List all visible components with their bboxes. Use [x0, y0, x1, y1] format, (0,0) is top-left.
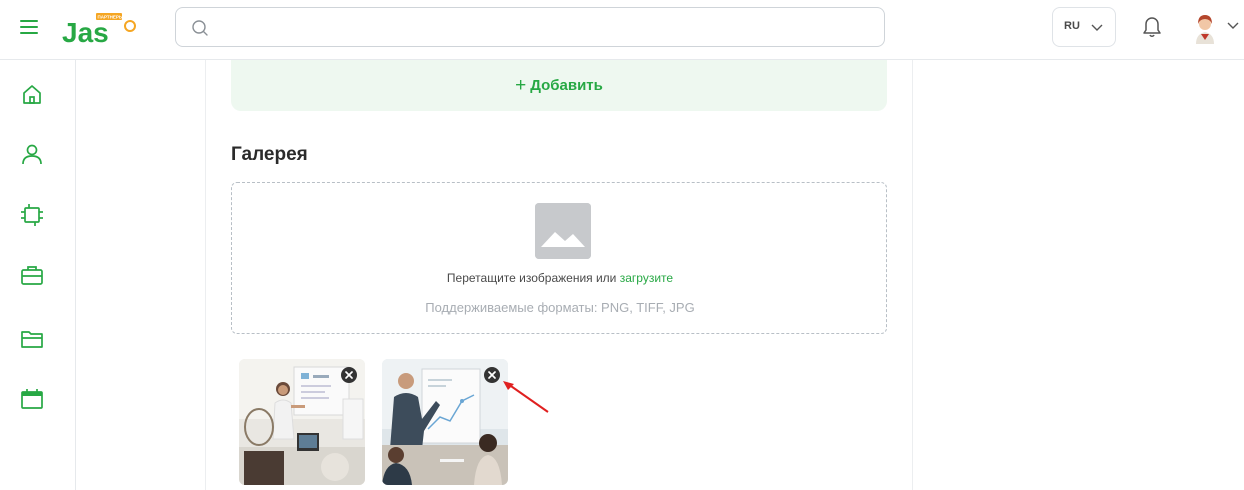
svg-text:ПАРТНЕРЫ: ПАРТНЕРЫ	[98, 15, 124, 20]
language-selector[interactable]: RU	[1052, 7, 1116, 47]
hamburger-menu-icon[interactable]	[20, 18, 42, 36]
image-dropzone[interactable]: Перетащите изображения или загрузите Под…	[231, 182, 887, 334]
dropzone-text: Перетащите изображения или загрузите	[446, 271, 674, 285]
main-content: + Добавить Галерея Перетащите изображени…	[205, 60, 913, 490]
remove-image-2-close-icon[interactable]	[484, 367, 500, 383]
annotation-arrow-icon	[503, 381, 549, 413]
home-icon[interactable]	[19, 82, 45, 108]
gallery-title: Галерея	[231, 144, 308, 165]
top-header: Jas ПАРТНЕРЫ RU	[0, 0, 1244, 60]
gallery-image-1[interactable]	[239, 359, 365, 485]
image-placeholder-icon	[535, 203, 591, 259]
gallery-image-2[interactable]	[382, 359, 508, 485]
sidebar	[0, 60, 76, 490]
add-button-label: Добавить	[530, 77, 603, 94]
search-input[interactable]	[218, 8, 868, 46]
remove-image-1-close-icon[interactable]	[341, 367, 357, 383]
calendar-icon[interactable]	[19, 386, 45, 412]
user-avatar-icon[interactable]	[1188, 10, 1222, 44]
language-code: RU	[1064, 20, 1080, 32]
upload-link[interactable]: загрузите	[620, 271, 673, 285]
chevron-down-icon[interactable]	[1225, 18, 1241, 34]
search-field[interactable]	[175, 7, 885, 47]
add-button[interactable]: + Добавить	[231, 60, 887, 111]
folder-icon[interactable]	[19, 326, 45, 352]
supported-formats: Поддерживаемые форматы: PNG, TIFF, JPG	[425, 300, 695, 315]
chip-icon[interactable]	[19, 202, 45, 228]
briefcase-icon[interactable]	[19, 262, 45, 288]
jas-logo[interactable]: Jas ПАРТНЕРЫ	[60, 12, 140, 48]
user-icon[interactable]	[19, 142, 45, 168]
search-icon	[192, 20, 208, 36]
svg-text:Jas: Jas	[62, 17, 109, 46]
bell-icon[interactable]	[1140, 13, 1164, 39]
chevron-down-icon	[1091, 24, 1103, 31]
plus-icon: +	[515, 74, 527, 96]
